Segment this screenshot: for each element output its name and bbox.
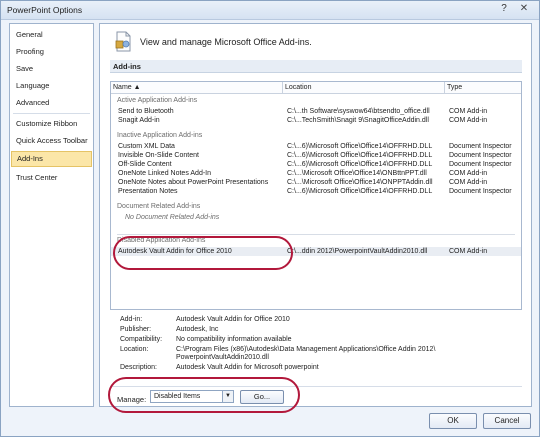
group-title: Active Application Add-ins — [117, 97, 198, 104]
column-header-name[interactable]: Name ▲ — [111, 82, 283, 94]
addin-name: Send to Bluetooth — [118, 108, 174, 115]
addin-name: OneNote Linked Notes Add-In — [118, 170, 212, 177]
addin-name: Snagit Add-in — [118, 117, 160, 124]
addin-type: Document Inspector — [449, 152, 512, 159]
addin-location: C:\...TechSmith\Snagit 9\SnagitOfficeAdd… — [287, 117, 429, 124]
list-item[interactable]: Snagit Add-in C:\...TechSmith\Snagit 9\S… — [111, 116, 521, 125]
title-bar: PowerPoint Options ? ✕ — [1, 1, 539, 20]
list-item[interactable]: Custom XML Data C:\...6)\Microsoft Offic… — [111, 142, 521, 151]
list-item[interactable]: Presentation Notes C:\...6)\Microsoft Of… — [111, 187, 521, 196]
addin-location: C:\...ddin 2012\PowerpointVaultAddin2010… — [287, 248, 428, 255]
addin-name: OneNote Notes about PowerPoint Presentat… — [118, 179, 269, 186]
detail-label: Publisher: — [120, 326, 152, 333]
list-item[interactable]: OneNote Linked Notes Add-In C:\...\Micro… — [111, 169, 521, 178]
add-ins-page-icon — [115, 31, 131, 52]
group-divider — [117, 234, 515, 235]
detail-value: C:\Program Files (x86)\Autodesk\Data Man… — [176, 346, 436, 353]
nav-item-trust-center[interactable]: Trust Center — [11, 170, 92, 186]
addin-location: C:\...\Microsoft Office\Office14\ONPPTAd… — [287, 179, 433, 186]
column-header-type[interactable]: Type — [445, 82, 521, 94]
nav-item-save[interactable]: Save — [11, 61, 92, 77]
addin-name: Presentation Notes — [118, 188, 178, 195]
nav-item-add-ins[interactable]: Add-Ins — [11, 151, 92, 167]
nav-item-customize-ribbon[interactable]: Customize Ribbon — [11, 116, 92, 132]
list-item[interactable]: Invisible On-Slide Content C:\...6)\Micr… — [111, 151, 521, 160]
addin-name: Off-Slide Content — [118, 161, 172, 168]
addin-type: COM Add-in — [449, 179, 488, 186]
detail-value: PowerpointVaultAddin2010.dll — [176, 354, 269, 361]
addin-type: COM Add-in — [449, 248, 488, 255]
addin-location: C:\...\Microsoft Office\Office14\ONBttnP… — [287, 170, 427, 177]
column-header-location[interactable]: Location — [283, 82, 445, 94]
addin-type: Document Inspector — [449, 161, 512, 168]
addin-location: C:\...6)\Microsoft Office\Office14\OFFRH… — [287, 143, 433, 150]
addin-type: Document Inspector — [449, 188, 512, 195]
addin-name: Invisible On-Slide Content — [118, 152, 199, 159]
help-icon[interactable]: ? — [496, 2, 512, 16]
nav-item-language[interactable]: Language — [11, 78, 92, 94]
detail-value: No compatibility information available — [176, 336, 292, 343]
addin-type: COM Add-in — [449, 117, 488, 124]
powerpoint-options-window: PowerPoint Options ? ✕ General Proofing … — [0, 0, 540, 437]
add-ins-panel: View and manage Microsoft Office Add-ins… — [99, 23, 532, 407]
nav-divider — [13, 113, 90, 114]
addin-name: Custom XML Data — [118, 143, 175, 150]
detail-value: Autodesk, Inc — [176, 326, 219, 333]
nav-item-proofing[interactable]: Proofing — [11, 44, 92, 60]
cancel-button[interactable]: Cancel — [483, 413, 531, 429]
annotation-circle-disabled-addin — [113, 236, 293, 270]
detail-label: Location: — [120, 346, 149, 353]
ok-button[interactable]: OK — [429, 413, 477, 429]
nav-item-general[interactable]: General — [11, 27, 92, 43]
detail-value: Autodesk Vault Addin for Microsoft power… — [176, 364, 319, 371]
addin-type: COM Add-in — [449, 170, 488, 177]
nav-item-advanced[interactable]: Advanced — [11, 95, 92, 111]
annotation-circle-manage — [108, 377, 300, 413]
addin-type: COM Add-in — [449, 108, 488, 115]
addin-type: Document Inspector — [449, 143, 512, 150]
detail-label: Add-in: — [120, 316, 143, 323]
window-title: PowerPoint Options — [7, 5, 83, 15]
list-item[interactable]: OneNote Notes about PowerPoint Presentat… — [111, 178, 521, 187]
addin-location: C:\...6)\Microsoft Office\Office14\OFFRH… — [287, 188, 433, 195]
section-title: Add-ins — [110, 60, 522, 73]
add-ins-list[interactable]: Name ▲ Location Type Active Application … — [110, 81, 522, 310]
list-item[interactable]: Off-Slide Content C:\...6)\Microsoft Off… — [111, 160, 521, 169]
detail-label: Compatibility: — [120, 336, 163, 343]
list-item[interactable]: Send to Bluetooth C:\...th Software\sysw… — [111, 107, 521, 116]
group-title: Document Related Add-ins — [117, 203, 201, 210]
addin-location: C:\...6)\Microsoft Office\Office14\OFFRH… — [287, 152, 433, 159]
options-nav: General Proofing Save Language Advanced … — [9, 23, 94, 407]
page-heading: View and manage Microsoft Office Add-ins… — [140, 37, 312, 47]
empty-group-text: No Document Related Add-ins — [125, 214, 220, 221]
detail-label: Description: — [120, 364, 157, 371]
addin-location: C:\...6)\Microsoft Office\Office14\OFFRH… — [287, 161, 433, 168]
addin-location: C:\...th Software\syswow64\btsendto_offi… — [287, 108, 430, 115]
nav-item-quick-access-toolbar[interactable]: Quick Access Toolbar — [11, 133, 92, 149]
detail-value: Autodesk Vault Addin for Office 2010 — [176, 316, 290, 323]
group-title: Inactive Application Add-ins — [117, 132, 203, 139]
close-icon[interactable]: ✕ — [513, 2, 535, 16]
